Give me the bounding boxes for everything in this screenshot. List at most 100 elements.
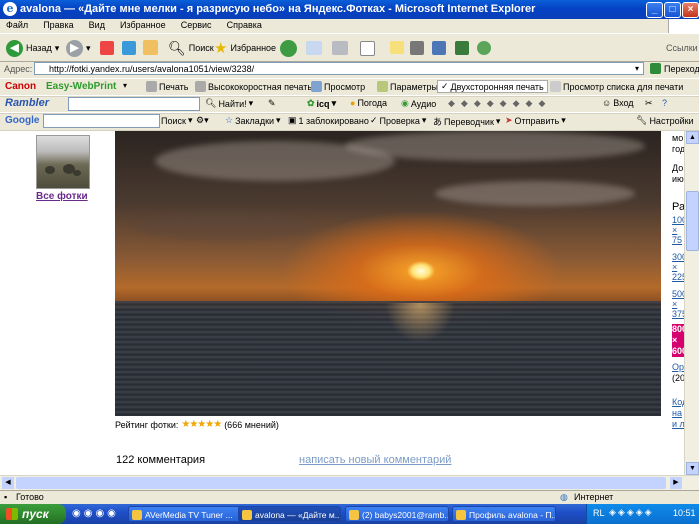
close-button[interactable]: × [682,2,699,18]
menu-edit[interactable]: Правка [37,19,79,30]
popup-blocked-button[interactable]: ▣ 1 заблокировано [288,115,369,126]
highlight-icon[interactable]: ✎ [268,98,276,109]
scroll-up-icon[interactable]: ▲ [686,131,699,144]
code-link[interactable]: на [672,408,682,418]
rambler-service-icons[interactable]: ◆◆◆◆◆◆◆◆ [448,98,551,109]
address-input[interactable]: http://fotki.yandex.ru/users/avalona1051… [34,62,644,75]
audio-button[interactable]: ◉ Аудио [401,98,436,109]
start-button[interactable]: пуск [0,504,66,524]
menu-view[interactable]: Вид [83,19,111,30]
scroll-down-icon[interactable]: ▼ [686,462,699,475]
star-icon[interactable]: ★ [213,419,222,430]
forward-button[interactable]: ▶ ▾ [66,38,91,58]
help-icon[interactable]: ? [662,98,667,108]
back-button[interactable]: ◀ Назад ▾ [6,38,59,58]
menu-bar: Файл Правка Вид Избранное Сервис Справка [0,19,699,33]
scroll-left-icon[interactable]: ◀ [2,477,14,489]
people-icon[interactable] [477,41,491,55]
chevron-down-icon[interactable]: ▾ [123,81,127,90]
write-comment-link[interactable]: написать новый комментарий [299,454,451,466]
refresh-icon[interactable] [122,41,136,55]
menu-file[interactable]: Файл [0,19,34,30]
size-100-link[interactable]: × [672,225,677,235]
login-button[interactable]: ☺ Вход [602,98,634,108]
home-icon[interactable] [143,40,158,55]
maximize-button[interactable]: □ [664,2,681,18]
icq-button[interactable]: ✿ icq ▾ [307,98,336,109]
rambler-search-input[interactable] [68,97,200,111]
scroll-thumb[interactable] [686,191,699,251]
task-rambler-mail[interactable]: (2) babys2001@ramb... [345,506,449,522]
rambler-find-button[interactable]: 🔍︎ Найти! ▾ [205,98,253,109]
menu-tools[interactable]: Сервис [175,19,218,30]
google-settings-button[interactable]: 🔧︎ Настройки [636,115,694,126]
info-text: июн [672,174,684,184]
go-button[interactable]: Переход [650,63,699,74]
google-extras-icon[interactable]: ⚙▾ [196,115,209,126]
menu-help[interactable]: Справка [221,19,268,30]
code-link[interactable]: Код [672,397,684,407]
chevron-down-icon: ▾ [54,42,60,53]
code-link[interactable]: и л [672,419,684,429]
menu-favorites[interactable]: Избранное [114,19,172,30]
settings-icon[interactable] [455,41,469,55]
vertical-scrollbar[interactable]: ▲ ▼ [684,131,699,475]
size-300-link[interactable]: 300 [672,252,684,262]
send-button[interactable]: ➤ Отправить ▾ [505,115,566,126]
main-photo[interactable] [115,131,661,416]
clock[interactable]: 10:51 [673,508,696,518]
params-button[interactable]: Параметры [377,81,438,92]
mail-icon[interactable] [306,41,322,55]
task-avermedia[interactable]: AVerMedia TV Tuner ... [128,506,250,522]
k-icon[interactable] [410,41,424,55]
stop-icon[interactable] [100,41,114,55]
rating-row: Рейтинг фотки: ★★★★★ (666 мнений) [115,419,279,430]
history-icon[interactable] [280,40,297,57]
quicklaunch-icons[interactable]: ◉◉◉◉ [72,508,119,519]
links-label[interactable]: Ссылки [666,38,698,58]
weather-button[interactable]: ● Погода [350,98,387,108]
all-photos-link[interactable]: Все фотки [36,191,88,202]
size-100-link[interactable]: 100 [672,215,684,225]
standard-toolbar: ◀ Назад ▾ ▶ ▾ 🔍︎ Поиск ★ Избранное Ссылк… [0,33,699,62]
horizontal-scrollbar[interactable]: ◀ ▶ [0,475,699,491]
preview-button[interactable]: Просмотр [311,81,365,92]
title-bar: e avalona — «Дайте мне мелки - я разрису… [0,0,699,19]
google-search-input[interactable] [43,114,160,128]
rating-stars[interactable]: ★★★★★ [181,419,222,430]
address-dropdown-icon[interactable]: ▾ [635,64,639,73]
note-icon[interactable] [390,41,404,54]
size-300-link[interactable]: 225 [672,272,684,282]
tools-icon[interactable]: ✂ [645,98,653,109]
params-label: Параметры [390,81,438,92]
bookmarks-button[interactable]: ☆ Закладки ▾ [225,115,281,126]
google-search-button[interactable]: Поиск ▾ [161,115,192,126]
horizontal-scroll-thumb[interactable] [16,477,666,489]
scroll-right-icon[interactable]: ▶ [670,477,682,489]
spellcheck-button[interactable]: ✓ Проверка ▾ [370,115,426,126]
print-button[interactable]: Печать [146,81,188,92]
thumbnail-image[interactable] [36,135,90,189]
print-list-button[interactable]: Просмотр списка для печати [550,81,683,92]
size-300-link[interactable]: × [672,262,677,272]
task-avalona-ie[interactable]: avalona — «Дайте м... [238,506,341,522]
size-100-link[interactable]: 75 [672,235,682,245]
tray-icons[interactable]: ◈◈◈◈◈ [609,507,654,518]
size-500-link[interactable]: 375 [672,309,684,319]
minimize-button[interactable]: _ [646,2,663,18]
size-500-link[interactable]: 500 [672,289,684,299]
info-text: До [672,163,684,173]
print-icon[interactable] [332,41,348,55]
edit-icon[interactable] [360,41,375,56]
translate-button[interactable]: あ Переводчик ▾ [433,115,500,128]
duplex-button[interactable]: ✓ Двухсторонняя печать [437,80,548,93]
original-link[interactable]: Ори [672,362,684,372]
size-500-link[interactable]: × [672,299,677,309]
hq-print-button[interactable]: Высококоростная печать [195,81,312,92]
messenger-icon[interactable] [432,41,446,55]
task-profile-avalona[interactable]: Профиль avalona - П... [452,506,556,522]
language-indicator[interactable]: RL [593,508,605,518]
printer-icon [146,81,157,92]
favorites-button[interactable]: ★ Избранное [214,38,276,58]
search-button[interactable]: 🔍︎ Поиск [168,38,214,58]
